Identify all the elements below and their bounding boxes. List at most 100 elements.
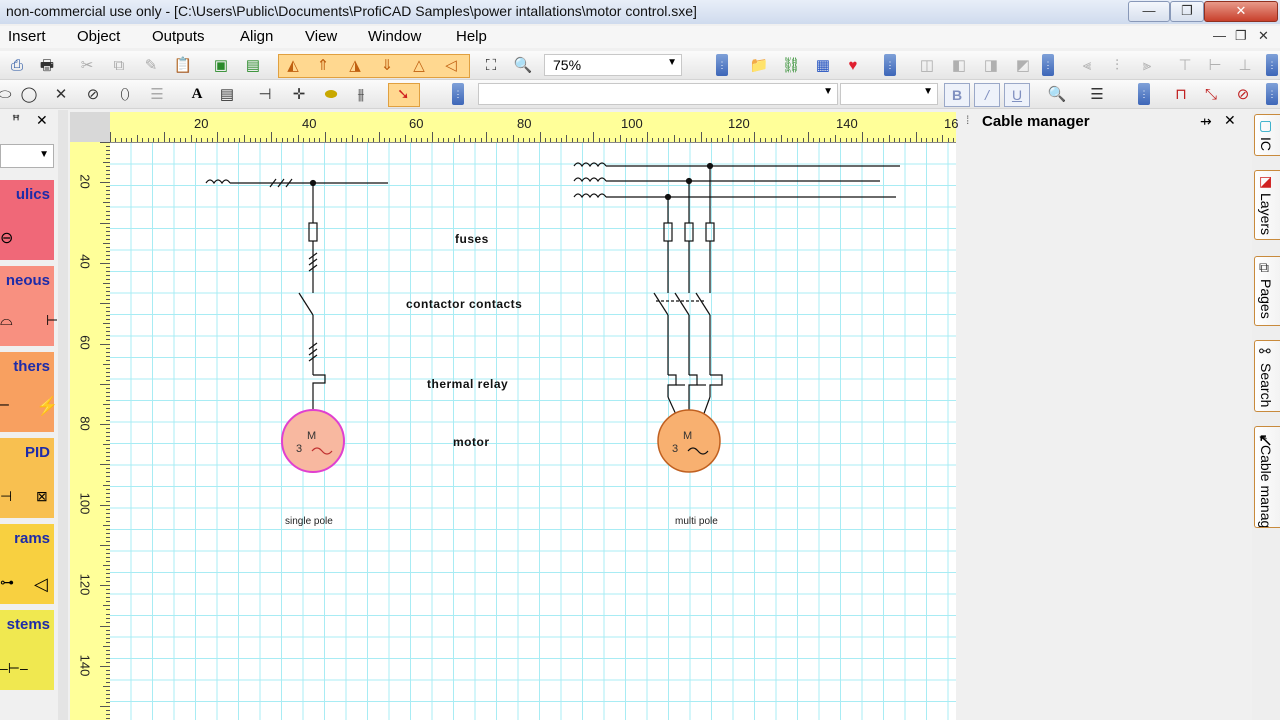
group-icon[interactable]: ◨	[980, 54, 1002, 76]
tab-ic[interactable]: ▢ IC	[1254, 114, 1280, 156]
cross-lines-icon[interactable]: ✕	[50, 83, 72, 105]
insert-image-icon[interactable]: ▣	[210, 54, 232, 76]
italic-button[interactable]: /	[974, 83, 1000, 107]
dimension-icon[interactable]: ⊓	[1170, 83, 1192, 105]
pin-icon[interactable]: ⇸	[1200, 113, 1212, 130]
tag-icon[interactable]: ⬬	[320, 83, 342, 105]
hatch-icon[interactable]: ☰	[146, 83, 168, 105]
category-systems[interactable]: stems –⊢–	[0, 610, 54, 690]
select-tool-button[interactable]: ➘	[388, 83, 420, 107]
inductor-symbol[interactable]	[573, 177, 607, 183]
align-top-icon[interactable]: ⊤	[1174, 54, 1196, 76]
category-hydraulics[interactable]: ulics ⊖	[0, 180, 54, 260]
align-center-icon[interactable]: ⫶	[1106, 54, 1128, 76]
toolbar-grip-icon[interactable]: ⋮	[884, 54, 896, 76]
menu-align[interactable]: Align	[240, 28, 273, 45]
zoom-fit-icon[interactable]: ⛶	[480, 54, 502, 76]
close-panel-icon[interactable]: ✕	[36, 112, 48, 129]
toolbar-grip-icon[interactable]: ⋮	[1266, 83, 1278, 105]
label-contactor-contacts[interactable]: contactor contacts	[406, 297, 522, 311]
contactor-contact[interactable]	[695, 292, 711, 316]
fuse-symbol[interactable]	[663, 222, 673, 242]
minimize-button[interactable]: —	[1128, 1, 1170, 22]
close-icon[interactable]: ✕	[1224, 112, 1236, 129]
arrange-back-icon[interactable]: ◧	[948, 54, 970, 76]
label-fuses[interactable]: fuses	[455, 232, 489, 246]
align-middle-icon[interactable]: ⊢	[1204, 54, 1226, 76]
cut-icon[interactable]: ✂	[76, 54, 98, 76]
align-bottom-icon[interactable]: ⊥	[1234, 54, 1256, 76]
rotate-icon[interactable]: △	[408, 54, 430, 76]
contactor-contact[interactable]	[674, 292, 690, 316]
arrange-front-icon[interactable]: ◫	[916, 54, 938, 76]
thermal-relay-symbol[interactable]	[667, 374, 677, 397]
mdi-restore-icon[interactable]: ❐	[1235, 28, 1247, 44]
pin-icon[interactable]: ꟸ	[12, 112, 20, 129]
maximize-button[interactable]: ❐	[1170, 1, 1204, 22]
caption-multi-pole[interactable]: multi pole	[675, 516, 718, 527]
ellipse-icon[interactable]: ◯	[18, 83, 40, 105]
eraser-icon[interactable]: ⬯	[114, 83, 136, 105]
ungroup-icon[interactable]: ◩	[1012, 54, 1034, 76]
menu-insert[interactable]: Insert	[8, 28, 46, 45]
underline-button[interactable]: U	[1004, 83, 1030, 107]
components-icon[interactable]: ▦	[812, 54, 834, 76]
zoom-icon[interactable]: 🔍	[512, 54, 534, 76]
symbol-library-combo[interactable]: ▼	[0, 144, 54, 168]
thermal-relay-symbol[interactable]	[709, 374, 723, 397]
label-motor[interactable]: motor	[453, 435, 490, 449]
favorite-heart-icon[interactable]: ♥	[842, 54, 864, 76]
wire-icon[interactable]: ⊣	[254, 83, 276, 105]
arc-icon[interactable]: ⊘	[82, 83, 104, 105]
format-painter-icon[interactable]: ✎	[140, 54, 162, 76]
text-icon[interactable]: A	[186, 83, 208, 105]
inductor-symbol[interactable]	[573, 162, 607, 168]
bus-icon[interactable]: ⫵	[350, 83, 372, 105]
menu-object[interactable]: Object	[77, 28, 120, 45]
flip-down-icon[interactable]: ⇓	[376, 54, 398, 76]
category-others[interactable]: thers – ⚡	[0, 352, 58, 432]
copy-icon[interactable]: ⧉	[108, 54, 130, 76]
junction-icon[interactable]: ✛	[288, 83, 310, 105]
menu-window[interactable]: Window	[368, 28, 421, 45]
menu-help[interactable]: Help	[456, 28, 487, 45]
no-entry-icon[interactable]: ⊘	[1232, 83, 1254, 105]
drawing-canvas[interactable]: M 3 M 3 fuses contactor contacts thermal…	[110, 143, 956, 720]
mdi-close-icon[interactable]: ✕	[1258, 28, 1269, 44]
zoom-combo[interactable]: 75% ▼	[544, 54, 682, 76]
inductor-symbol[interactable]	[205, 179, 231, 185]
fuse-symbol[interactable]	[308, 222, 318, 242]
fuse-symbol[interactable]	[705, 222, 715, 242]
font-size-combo[interactable]: ▼	[840, 83, 938, 105]
paste-icon[interactable]: 📋	[172, 54, 194, 76]
toolbar-grip-icon[interactable]: ⋮	[716, 54, 728, 76]
category-pid[interactable]: PID ⊣ ⊠	[0, 438, 54, 518]
font-name-combo[interactable]: ▼	[478, 83, 838, 105]
polygon-icon[interactable]: ⬭	[0, 83, 16, 105]
mirror-icon[interactable]: ◮	[344, 54, 366, 76]
print-icon[interactable]: 🖶	[36, 54, 58, 76]
tab-layers[interactable]: ◪ Layers	[1254, 170, 1280, 240]
inductor-symbol[interactable]	[573, 193, 607, 199]
contactor-contact[interactable]	[298, 292, 314, 316]
menu-outputs[interactable]: Outputs	[152, 28, 205, 45]
toolbar-grip-icon[interactable]: ⋮	[452, 83, 464, 105]
align-left-icon[interactable]: ⫷	[1076, 54, 1098, 76]
print-preview-icon[interactable]: ⎙	[6, 54, 28, 76]
export-image-icon[interactable]: ▤	[242, 54, 264, 76]
mdi-minimize-icon[interactable]: —	[1213, 28, 1226, 43]
category-diagrams[interactable]: rams ⊶ ◁	[0, 524, 54, 604]
folder-icon[interactable]: 📁	[748, 54, 770, 76]
toolbar-grip-icon[interactable]: ⋮	[1138, 83, 1150, 105]
text-align-icon[interactable]: ☰	[1086, 83, 1108, 105]
label-thermal-relay[interactable]: thermal relay	[427, 377, 508, 391]
caption-single-pole[interactable]: single pole	[285, 516, 333, 527]
panel-splitter[interactable]	[58, 110, 68, 720]
align-right-icon[interactable]: ⫸	[1136, 54, 1158, 76]
network-icon[interactable]: ⛓	[780, 54, 802, 76]
tab-pages[interactable]: ⧉ Pages	[1254, 256, 1280, 326]
flip-up-icon[interactable]: ⇑	[312, 54, 334, 76]
text-box-icon[interactable]: ▤	[216, 83, 238, 105]
contactor-contact[interactable]	[653, 292, 669, 316]
menu-view[interactable]: View	[305, 28, 337, 45]
